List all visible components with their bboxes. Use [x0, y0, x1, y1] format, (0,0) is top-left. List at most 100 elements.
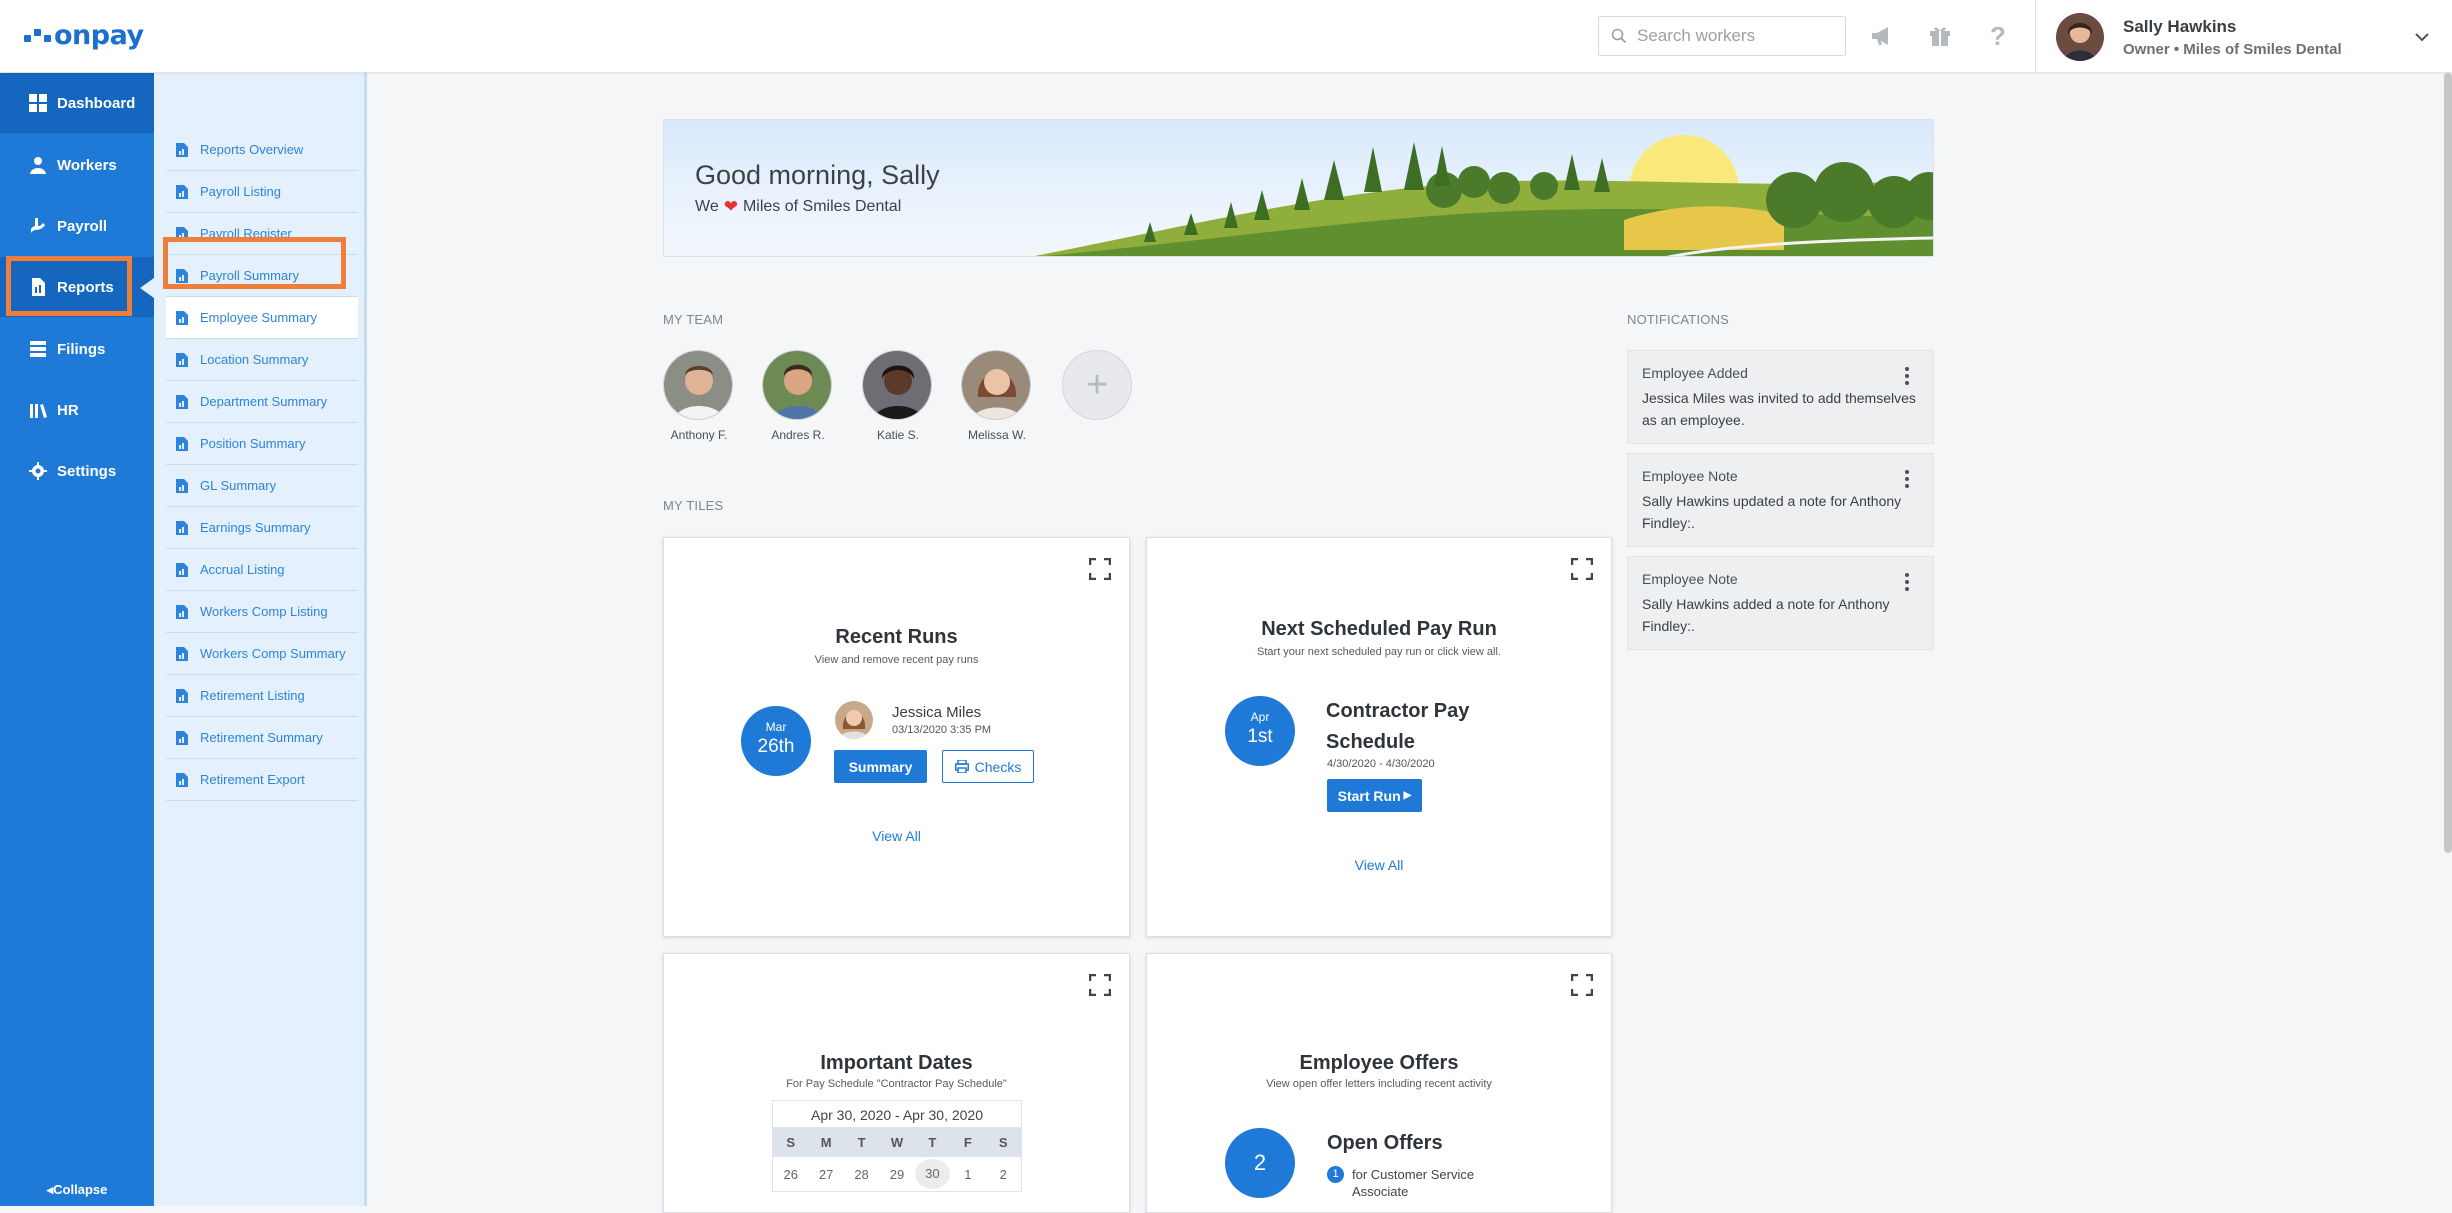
- team-member[interactable]: Andres R.: [762, 350, 834, 442]
- run-month: Mar: [765, 720, 787, 734]
- avatar: [835, 701, 873, 739]
- submenu-item-label: Retirement Export: [200, 772, 305, 787]
- kebab-menu-icon[interactable]: [1905, 367, 1909, 388]
- calendar-day[interactable]: 27: [808, 1167, 843, 1182]
- employee-offers-tile: Employee Offers View open offer letters …: [1146, 953, 1612, 1213]
- submenu-item-retirement-export[interactable]: Retirement Export: [166, 759, 358, 801]
- reports-icon: [32, 278, 45, 296]
- submenu-item-label: Workers Comp Summary: [200, 646, 346, 661]
- notification-card[interactable]: Employee Added Jessica Miles was invited…: [1627, 350, 1934, 444]
- calendar-day[interactable]: 29: [879, 1167, 914, 1182]
- run-date-badge: Mar 26th: [741, 706, 811, 776]
- sidebar-item-hr[interactable]: HR: [0, 380, 154, 440]
- logo-mark: [24, 28, 51, 42]
- team-member[interactable]: Anthony F.: [663, 350, 735, 442]
- sidebar-item-label: Workers: [57, 156, 117, 174]
- sidebar-item-payroll[interactable]: Payroll: [0, 196, 154, 256]
- notification-card[interactable]: Employee Note Sally Hawkins updated a no…: [1627, 453, 1934, 547]
- team-member-name: Melissa W.: [967, 428, 1026, 442]
- sidebar-item-filings[interactable]: Filings: [0, 319, 154, 379]
- search-box[interactable]: [1598, 16, 1846, 56]
- filings-icon: [30, 341, 46, 357]
- document-icon: [176, 772, 188, 787]
- tile-title: Employee Offers: [1299, 1052, 1459, 1074]
- view-all-link[interactable]: View All: [1147, 857, 1611, 873]
- sidebar-item-settings[interactable]: Settings: [0, 441, 154, 501]
- submenu-item-reports-overview[interactable]: Reports Overview: [166, 129, 358, 171]
- start-run-button[interactable]: Start Run ▶: [1327, 779, 1422, 812]
- help-icon[interactable]: ?: [1982, 20, 2014, 52]
- submenu-item-employee-summary[interactable]: Employee Summary: [166, 297, 358, 339]
- submenu-item-workers-comp-summary[interactable]: Workers Comp Summary: [166, 633, 358, 675]
- submenu-item-payroll-register[interactable]: Payroll Register: [166, 213, 358, 255]
- submenu-item-workers-comp-listing[interactable]: Workers Comp Listing: [166, 591, 358, 633]
- run-timestamp: 03/13/2020 3:35 PM: [892, 724, 992, 736]
- weekday: S: [786, 1134, 796, 1150]
- expand-icon[interactable]: [1571, 974, 1593, 996]
- submenu-item-payroll-summary[interactable]: Payroll Summary: [166, 255, 358, 297]
- pay-calendar: Apr 30, 2020 - Apr 30, 2020 S M T W T F …: [772, 1100, 1022, 1192]
- submenu-item-accrual-listing[interactable]: Accrual Listing: [166, 549, 358, 591]
- submenu-item-position-summary[interactable]: Position Summary: [166, 423, 358, 465]
- collapse-label: Collapse: [53, 1182, 108, 1197]
- view-all-link[interactable]: View All: [664, 828, 1129, 844]
- sidebar-item-label: Filings: [57, 340, 106, 358]
- collapse-button[interactable]: ◂Collapse: [0, 1182, 154, 1198]
- calendar-day-selected[interactable]: 30: [914, 1159, 951, 1189]
- onpay-logo[interactable]: onpay: [24, 19, 144, 51]
- checks-button[interactable]: Checks: [942, 750, 1034, 783]
- kebab-menu-icon[interactable]: [1905, 470, 1909, 491]
- expand-icon[interactable]: [1571, 558, 1593, 580]
- logo-text: onpay: [54, 19, 144, 51]
- submenu-item-retirement-summary[interactable]: Retirement Summary: [166, 717, 358, 759]
- welcome-banner: Good morning, Sally We ❤ Miles of Smiles…: [663, 119, 1934, 257]
- summary-button[interactable]: Summary: [834, 750, 927, 783]
- submenu-item-gl-summary[interactable]: GL Summary: [166, 465, 358, 507]
- calendar-day[interactable]: 28: [844, 1167, 879, 1182]
- sidebar-item-workers[interactable]: Workers: [0, 135, 154, 195]
- expand-icon[interactable]: [1089, 558, 1111, 580]
- greeting-subtext: We ❤ Miles of Smiles Dental: [695, 197, 901, 217]
- start-run-label: Start Run: [1337, 787, 1401, 804]
- calendar-day[interactable]: 2: [986, 1167, 1021, 1182]
- kebab-menu-icon[interactable]: [1905, 573, 1909, 594]
- sidebar-item-label: Payroll: [57, 217, 108, 235]
- submenu-item-label: Accrual Listing: [200, 562, 285, 577]
- chevron-down-icon[interactable]: [2412, 27, 2432, 47]
- submenu-item-label: Payroll Listing: [200, 184, 281, 199]
- team-member-name: Andres R.: [771, 428, 825, 442]
- document-icon: [176, 646, 188, 661]
- megaphone-icon[interactable]: [1866, 20, 1898, 52]
- sidebar-item-dashboard[interactable]: Dashboard: [0, 73, 154, 133]
- user-avatar[interactable]: [2056, 13, 2104, 61]
- calendar-day[interactable]: 1: [950, 1167, 985, 1182]
- sidebar-item-label: Reports: [57, 278, 114, 296]
- notification-text: Jessica Miles was invited to add themsel…: [1642, 390, 1916, 428]
- page-scrollbar[interactable]: [2444, 73, 2452, 853]
- open-offer-item[interactable]: 1 for Customer Service Associate: [1327, 1166, 1487, 1200]
- add-team-member-button[interactable]: +: [1062, 350, 1132, 420]
- submenu-item-payroll-listing[interactable]: Payroll Listing: [166, 171, 358, 213]
- open-offers-heading: Open Offers: [1327, 1132, 1443, 1154]
- offer-item-text: for Customer Service Associate: [1352, 1167, 1475, 1199]
- schedule-name-line1: Contractor Pay: [1326, 700, 1470, 722]
- submenu-item-department-summary[interactable]: Department Summary: [166, 381, 358, 423]
- submenu-item-location-summary[interactable]: Location Summary: [166, 339, 358, 381]
- submenu-item-earnings-summary[interactable]: Earnings Summary: [166, 507, 358, 549]
- tile-title: Important Dates: [820, 1052, 973, 1074]
- team-member[interactable]: Melissa W.: [961, 350, 1033, 442]
- weekday: W: [890, 1134, 904, 1150]
- team-member[interactable]: Katie S.: [862, 350, 934, 442]
- notification-card[interactable]: Employee Note Sally Hawkins added a note…: [1627, 556, 1934, 650]
- gift-icon[interactable]: [1924, 20, 1956, 52]
- user-name[interactable]: Sally Hawkins: [2123, 17, 2236, 37]
- workers-icon: [30, 157, 46, 174]
- submenu-item-retirement-listing[interactable]: Retirement Listing: [166, 675, 358, 717]
- expand-icon[interactable]: [1089, 974, 1111, 996]
- avatar: [762, 350, 832, 420]
- sidebar-item-reports[interactable]: Reports: [0, 257, 154, 317]
- notification-text: Sally Hawkins added a note for Anthony F…: [1642, 596, 1890, 634]
- calendar-day[interactable]: 26: [773, 1167, 808, 1182]
- search-input[interactable]: [1637, 26, 1837, 46]
- document-icon: [176, 184, 188, 199]
